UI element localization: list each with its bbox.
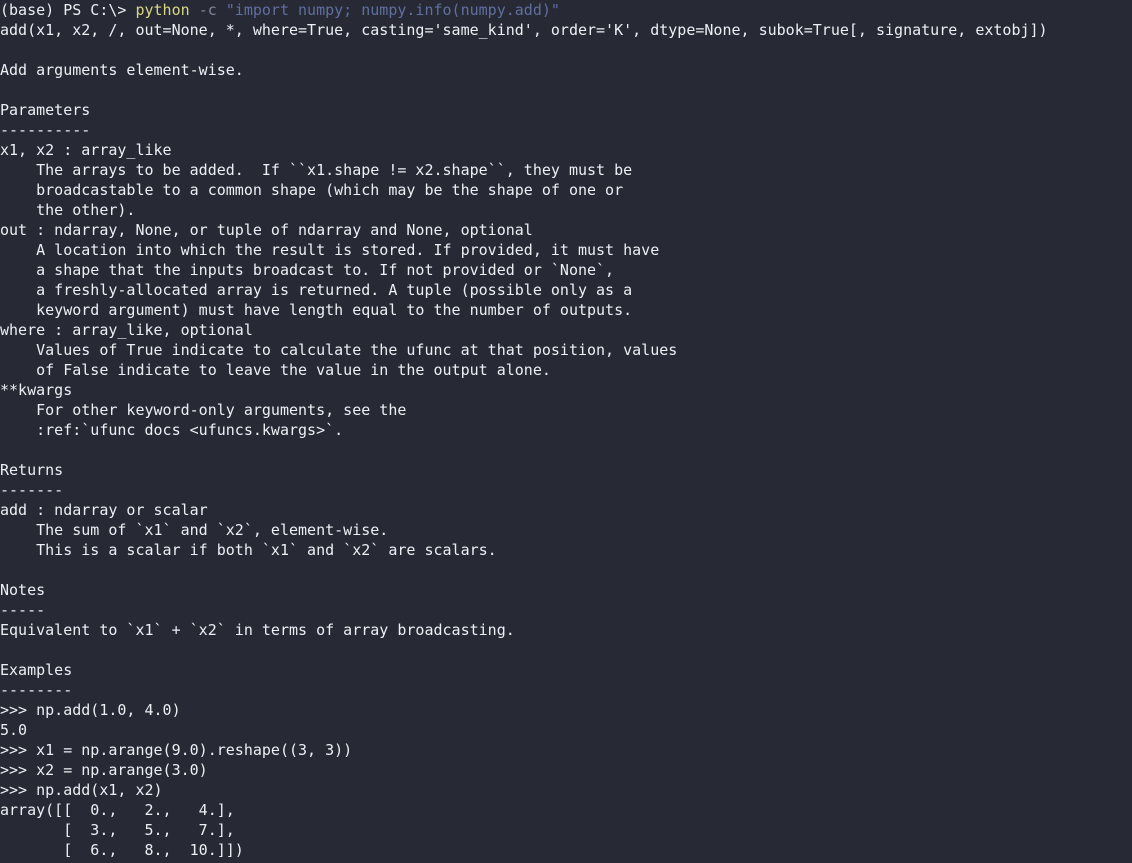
output-line: Parameters <box>0 101 91 119</box>
output-line: keyword argument) must have length equal… <box>0 301 633 319</box>
output-line: ------- <box>0 481 64 499</box>
output-line: add : ndarray or scalar <box>0 501 208 519</box>
output-line: >>> x2 = np.arange(3.0) <box>0 761 208 779</box>
prompt-line: (base) PS C:\> python -c "import numpy; … <box>0 0 1132 20</box>
output-line: add(x1, x2, /, out=None, *, where=True, … <box>0 21 1048 39</box>
output-line: a freshly-allocated array is returned. A… <box>0 281 633 299</box>
output-line: ----- <box>0 601 46 619</box>
command-flag-token: -c <box>198 1 217 19</box>
shell-prompt: (base) PS C:\> <box>0 1 136 19</box>
space-1 <box>190 1 199 19</box>
output-line: Equivalent to `x1` + `x2` in terms of ar… <box>0 621 515 639</box>
output-line: Notes <box>0 581 46 599</box>
output-line: ---------- <box>0 121 91 139</box>
output-line: of False indicate to leave the value in … <box>0 361 551 379</box>
output-line: The arrays to be added. If ``x1.shape !=… <box>0 161 633 179</box>
output-line: -------- <box>0 681 73 699</box>
command-token: python <box>135 1 190 19</box>
output-line: out : ndarray, None, or tuple of ndarray… <box>0 221 533 239</box>
output-line: >>> x1 = np.arange(9.0).reshape((3, 3)) <box>0 741 353 759</box>
output-line: This is a scalar if both `x1` and `x2` a… <box>0 541 497 559</box>
terminal-window[interactable]: (base) PS C:\> python -c "import numpy; … <box>0 0 1132 863</box>
output-line: A location into which the result is stor… <box>0 241 660 259</box>
output-line: a shape that the inputs broadcast to. If… <box>0 261 615 279</box>
output-line: x1, x2 : array_like <box>0 141 172 159</box>
output-line: broadcastable to a common shape (which m… <box>0 181 624 199</box>
command-argument-token: "import numpy; numpy.info(numpy.add)" <box>225 1 560 19</box>
output-line: Add arguments element-wise. <box>0 61 244 79</box>
output-line: >>> np.add(1.0, 4.0) <box>0 701 181 719</box>
output-line: The sum of `x1` and `x2`, element-wise. <box>0 521 389 539</box>
output-line: the other). <box>0 201 136 219</box>
output-line: :ref:`ufunc docs <ufuncs.kwargs>`. <box>0 421 344 439</box>
output-line: For other keyword-only arguments, see th… <box>0 401 407 419</box>
space-2 <box>217 1 226 19</box>
output-line: [ 3., 5., 7.], <box>0 821 235 839</box>
command-output: add(x1, x2, /, out=None, *, where=True, … <box>0 20 1132 860</box>
output-line: Values of True indicate to calculate the… <box>0 341 678 359</box>
output-line: >>> np.add(x1, x2) <box>0 781 163 799</box>
output-line: Examples <box>0 661 73 679</box>
output-line: array([[ 0., 2., 4.], <box>0 801 235 819</box>
output-line: where : array_like, optional <box>0 321 253 339</box>
output-line: 5.0 <box>0 721 28 739</box>
output-line: [ 6., 8., 10.]]) <box>0 841 244 859</box>
output-line: **kwargs <box>0 381 73 399</box>
output-line: Returns <box>0 461 64 479</box>
